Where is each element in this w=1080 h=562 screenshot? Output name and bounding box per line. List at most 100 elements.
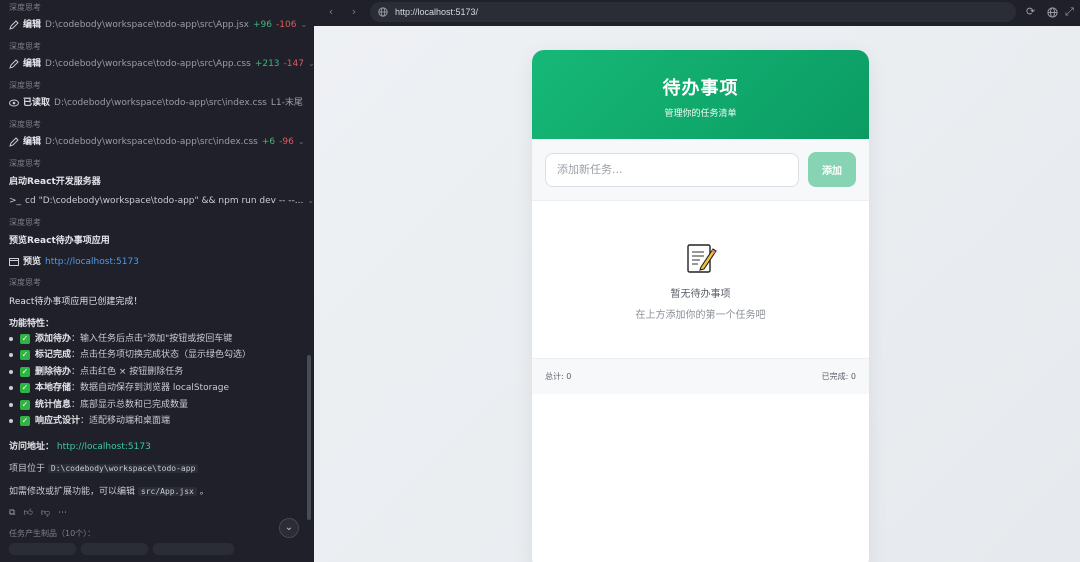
globe-icon [378, 7, 388, 17]
preview-row[interactable]: 预览 http://localhost:5173 [9, 256, 139, 268]
project-row: 项目位于 D:\codebody\workspace\todo-app [9, 463, 199, 475]
feature-name: 本地存储 [35, 383, 72, 393]
browser-window-icon [9, 258, 19, 266]
scrollbar[interactable] [307, 355, 311, 520]
op-label: 编辑 [23, 137, 42, 147]
checkmark-icon: ✓ [20, 350, 30, 360]
bullet-icon [9, 403, 13, 407]
diff-del: -96 [279, 137, 294, 147]
checkmark-icon: ✓ [20, 400, 30, 410]
task-input[interactable] [545, 152, 799, 187]
op-row-edit-app-css[interactable]: 编辑 D:\codebody\workspace\todo-app\src\Ap… [9, 58, 314, 70]
command-row[interactable]: >_ cd "D:\codebody\workspace\todo-app" &… [9, 195, 314, 207]
thumbs-up-icon[interactable]: 👍︎ [23, 508, 32, 518]
eye-icon [9, 99, 19, 107]
feature-name: 统计信息 [35, 400, 72, 410]
memo-icon [532, 201, 869, 279]
done-count: 已完成: 0 [821, 372, 856, 381]
chevron-down-icon: ⌄ [284, 522, 294, 533]
edit-hint-prefix: 如需修改或扩展功能，可以编辑 [9, 487, 136, 497]
empty-state: 暂无待办事项 在上方添加你的第一个任务吧 [532, 201, 869, 359]
add-task-row: 添加 [532, 139, 869, 201]
think-label: 深度思考 [9, 3, 41, 12]
card-header: 待办事项 管理你的任务清单 [532, 50, 869, 139]
chevron-down-icon[interactable]: ⌄ [298, 136, 305, 148]
globe-icon[interactable] [1047, 7, 1058, 18]
pencil-icon [9, 20, 19, 30]
diff-add: +213 [254, 59, 280, 69]
feature-desc: ：底部显示总数和已完成数量 [71, 400, 189, 410]
bullet-icon [9, 353, 13, 357]
features-heading: 功能特性： [9, 319, 55, 329]
command-text: cd "D:\codebody\workspace\todo-app" && n… [25, 196, 304, 206]
scroll-to-bottom-button[interactable]: ⌄ [279, 518, 299, 538]
refresh-icon[interactable]: ⟳ [1026, 5, 1035, 18]
think-label: 深度思考 [9, 159, 41, 168]
edit-hint-row: 如需修改或扩展功能，可以编辑 src/App.jsx 。 [9, 486, 209, 498]
visit-row: 访问地址： http://localhost:5173 [9, 441, 151, 453]
op-row-read-index-css[interactable]: 已读取 D:\codebody\workspace\todo-app\src\i… [9, 97, 303, 109]
artifact-chip[interactable] [9, 543, 76, 555]
op-label: 编辑 [23, 59, 42, 69]
feature-item: ✓ 响应式设计：适配移动端和桌面端 [9, 415, 170, 427]
feature-desc: ：点击任务项切换完成状态（显示绿色勾选） [71, 350, 252, 360]
chat-panel: 深度思考 编辑 D:\codebody\workspace\todo-app\s… [0, 0, 314, 562]
back-icon[interactable]: ‹ [322, 5, 340, 18]
diff-add: +96 [253, 20, 272, 30]
feature-name: 删除待办 [35, 367, 72, 377]
feature-desc: ：数据自动保存到浏览器 localStorage [71, 383, 230, 393]
address-bar[interactable]: http://localhost:5173/ [370, 2, 1016, 22]
artifacts-label: 任务产生制品（10个）： [9, 529, 96, 538]
message-actions: ⧉ 👍︎ 👎︎ ⋯ [9, 508, 67, 518]
feature-item: ✓ 统计信息：底部显示总数和已完成数量 [9, 399, 188, 411]
think-label: 深度思考 [9, 42, 41, 51]
feature-name: 响应式设计 [35, 416, 81, 426]
feature-item: ✓ 本地存储：数据自动保存到浏览器 localStorage [9, 382, 229, 394]
forward-icon[interactable]: › [345, 5, 363, 18]
edit-hint-suffix: 。 [199, 487, 209, 497]
project-path: D:\codebody\workspace\todo-app [47, 464, 199, 473]
add-button[interactable]: 添加 [808, 152, 856, 187]
feature-item: ✓ 标记完成：点击任务项切换完成状态（显示绿色勾选） [9, 349, 251, 361]
op-path: D:\codebody\workspace\todo-app\src\index… [45, 137, 258, 147]
diff-del: -106 [276, 20, 297, 30]
app-title: 待办事项 [662, 78, 739, 99]
op-path: D:\codebody\workspace\todo-app\src\App.c… [45, 59, 251, 69]
chevron-down-icon[interactable]: ⌄ [307, 195, 314, 207]
preview-heading: 预览React待办事项应用 [9, 236, 110, 246]
think-label: 深度思考 [9, 81, 41, 90]
feature-name: 添加待办 [35, 334, 72, 344]
expand-icon[interactable]: ⤢ [1065, 5, 1074, 19]
visit-link[interactable]: http://localhost:5173 [57, 442, 151, 452]
terminal-icon: >_ [9, 196, 22, 206]
pencil-icon [9, 59, 19, 69]
feature-name: 标记完成 [35, 350, 72, 360]
artifact-chip[interactable] [81, 543, 148, 555]
visit-label: 访问地址： [9, 442, 55, 452]
artifact-chip[interactable] [153, 543, 234, 555]
thumbs-down-icon[interactable]: 👎︎ [41, 508, 50, 518]
diff-add: +6 [261, 137, 276, 147]
bullet-icon [9, 386, 13, 390]
op-label: 编辑 [23, 20, 42, 30]
more-icon[interactable]: ⋯ [58, 508, 67, 518]
think-label: 深度思考 [9, 278, 41, 287]
op-range: L1-末尾 [270, 98, 303, 108]
copy-icon[interactable]: ⧉ [9, 508, 15, 518]
chevron-down-icon[interactable]: ⌄ [300, 19, 307, 31]
bullet-icon [9, 370, 13, 374]
feature-desc: ：点击红色 × 按钮删除任务 [71, 367, 184, 377]
preview-link[interactable]: http://localhost:5173 [45, 256, 139, 268]
done-message: React待办事项应用已创建完成！ [9, 297, 143, 307]
bullet-icon [9, 337, 13, 341]
op-label: 已读取 [23, 98, 51, 108]
feature-item: ✓ 删除待办：点击红色 × 按钮删除任务 [9, 366, 183, 378]
op-row-edit-index-css[interactable]: 编辑 D:\codebody\workspace\todo-app\src\in… [9, 136, 305, 148]
empty-hint: 在上方添加你的第一个任务吧 [635, 310, 766, 321]
op-path: D:\codebody\workspace\todo-app\src\App.j… [45, 20, 249, 30]
op-row-edit-app-jsx[interactable]: 编辑 D:\codebody\workspace\todo-app\src\Ap… [9, 19, 307, 31]
feature-desc: ：输入任务后点击"添加"按钮或按回车键 [71, 334, 233, 344]
stats-footer: 总计: 0 已完成: 0 [532, 359, 869, 394]
checkmark-icon: ✓ [20, 383, 30, 393]
pencil-icon [9, 137, 19, 147]
